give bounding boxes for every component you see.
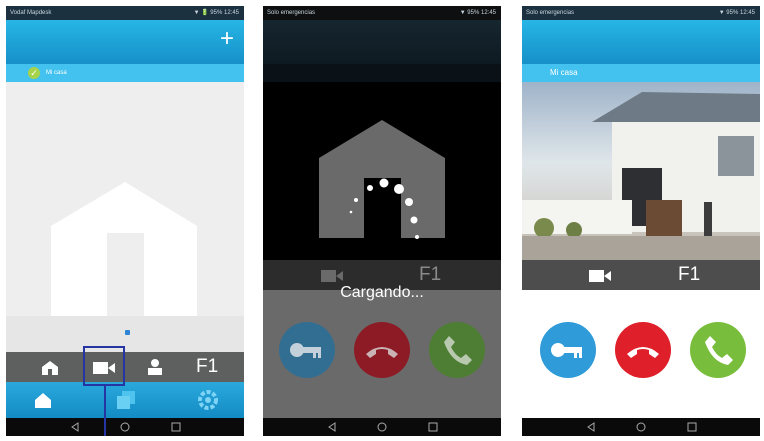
house-icon [319,120,445,239]
camera-icon[interactable] [589,269,611,283]
status-left: Solo emergencias [526,10,575,16]
video-feed [522,82,760,260]
bottom-nav [6,382,244,418]
loading-text: Cargando... [340,284,424,301]
open-door-button[interactable] [540,322,596,378]
answer-button[interactable] [690,322,746,378]
gear-icon[interactable] [198,390,218,410]
house-icon [6,182,244,352]
status-right: ▼ 95% 12:45 [459,10,496,16]
status-right: ▼ 🔋 95% 12:45 [193,10,239,16]
person-icon[interactable] [145,358,165,376]
phone-icon [444,336,472,365]
home-icon[interactable] [34,392,52,408]
key-icon [290,343,321,358]
status-bar: Solo emergencias ▼ 95% 12:45 [522,6,760,20]
answer-button[interactable] [429,322,485,378]
status-right: ▼ 95% 12:45 [718,10,755,16]
intercom-label: F1 [196,356,219,377]
house-selector[interactable]: ✓ Mi casa [6,64,244,82]
phone-home-screen: Vodaf Mapdesk ▼ 🔋 95% 12:45 + ✓ Mi casa … [6,6,244,436]
house-name: Mi casa [550,68,578,77]
phone-loading-screen: Solo emergencias ▼ 95% 12:45 F1 Cargando… [263,6,501,436]
callout-line [104,386,106,436]
house-selector[interactable]: Mi casa [522,64,760,82]
house-name: Mi casa [46,70,67,76]
hangup-icon [627,347,659,358]
home-icon[interactable] [40,359,60,375]
hangup-button[interactable] [615,322,671,378]
intercom-bar: F1 [6,352,244,382]
intercom-label: F1 [419,264,442,285]
intercom-label: F1 [678,264,701,285]
app-header [522,20,760,64]
house-selector [263,64,501,82]
plus-icon[interactable]: + [220,24,234,54]
house-photo [522,92,760,260]
copy-icon[interactable] [117,391,135,409]
status-left: Solo emergencias [267,10,316,16]
android-nav-bar [6,418,244,436]
status-bar: Solo emergencias ▼ 95% 12:45 [263,6,501,20]
status-bar: Vodaf Mapdesk ▼ 🔋 95% 12:45 [6,6,244,20]
phone-video-screen: Solo emergencias ▼ 95% 12:45 Mi casa F1 [522,6,760,436]
camera-highlight-box [83,346,125,386]
key-icon [551,343,582,358]
app-header: + [6,20,244,64]
android-nav-bar [263,418,501,436]
android-nav-bar [522,418,760,436]
hangup-icon [366,347,398,358]
phone-icon [705,336,733,365]
house-preview [6,82,244,352]
check-icon: ✓ [28,67,40,79]
hangup-button[interactable] [354,322,410,378]
status-left: Vodaf Mapdesk [10,10,52,16]
camera-icon[interactable] [321,269,343,283]
video-loading-area [263,82,501,260]
open-door-button[interactable] [279,322,335,378]
page-indicator [125,330,130,335]
app-header [263,20,501,64]
intercom-bar: F1 [522,260,760,290]
